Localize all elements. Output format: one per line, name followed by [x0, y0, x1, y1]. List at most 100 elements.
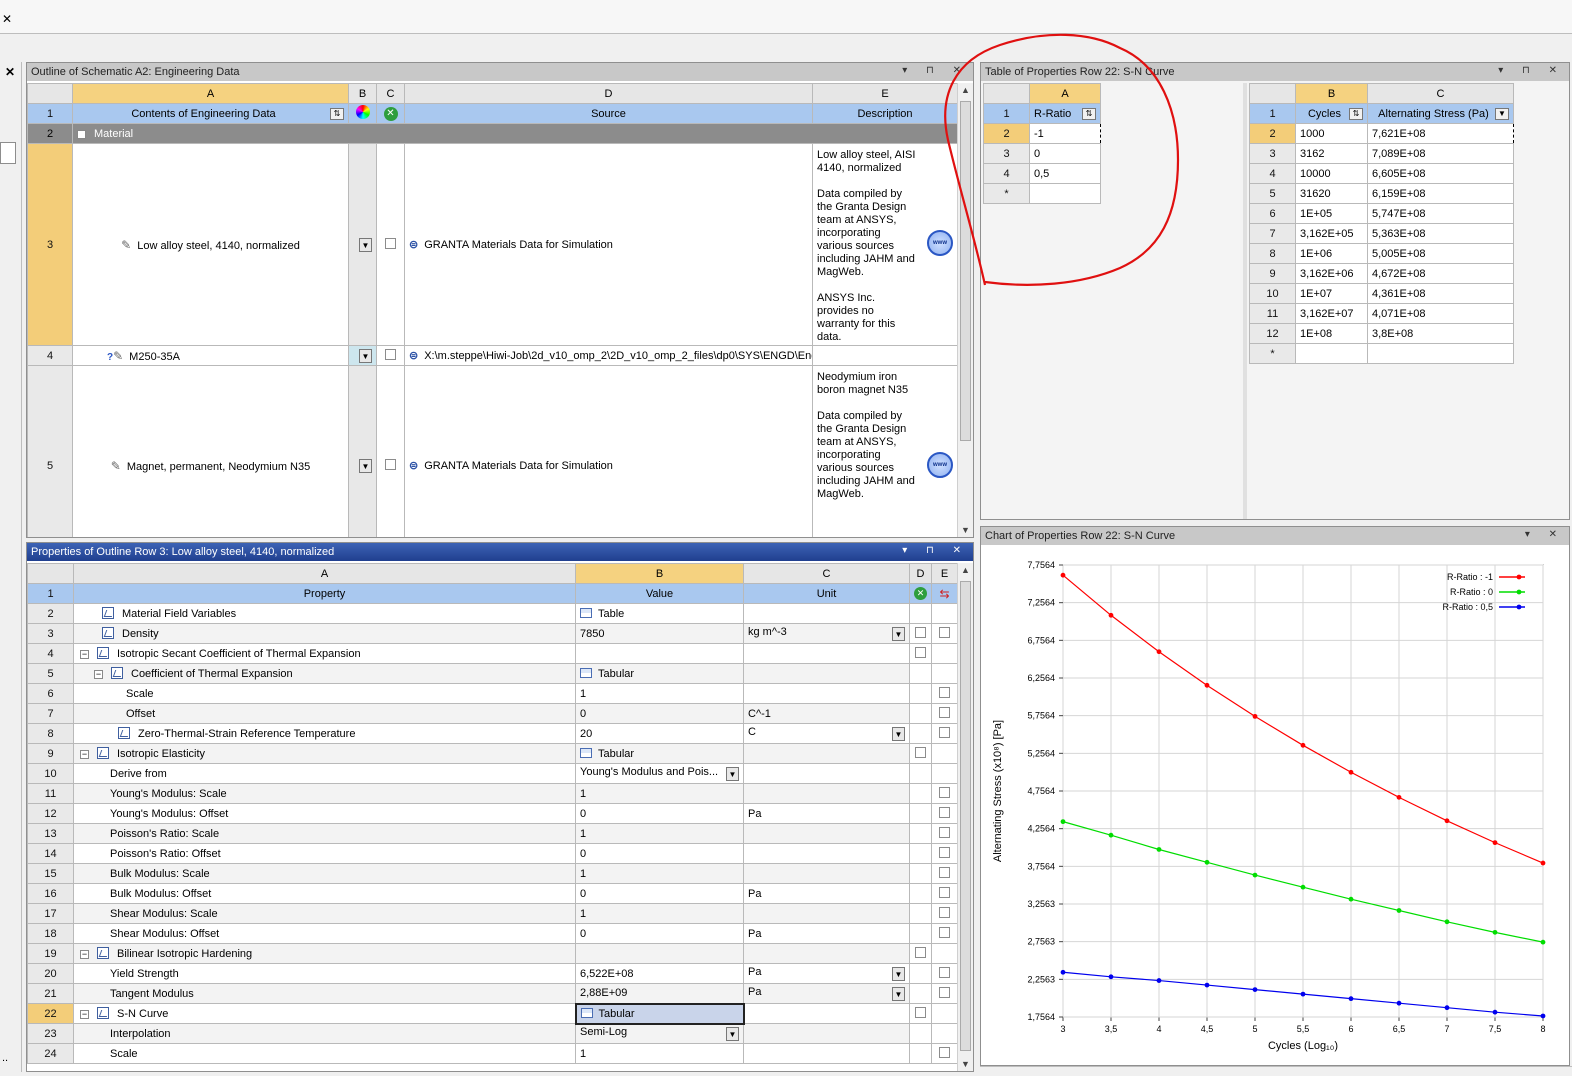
property-value-cell[interactable]: 0	[575, 803, 744, 824]
parameter-cell[interactable]	[931, 923, 958, 944]
property-value-cell[interactable]: 20	[575, 723, 744, 744]
suppress-cell[interactable]	[909, 803, 932, 824]
table-icon[interactable]	[580, 607, 592, 618]
property-name-cell[interactable]: Material Field Variables	[73, 603, 576, 624]
dropdown-icon[interactable]: ▼	[359, 238, 372, 252]
sort-icon[interactable]: ⇅	[1082, 107, 1096, 120]
property-row[interactable]: 13 Poisson's Ratio: Scale 1	[27, 823, 958, 844]
parameter-cell[interactable]	[931, 643, 958, 664]
sn-row[interactable]: 3 3162 7,089E+08	[1249, 143, 1514, 164]
property-unit-cell[interactable]	[743, 903, 910, 924]
sn-row[interactable]: 12 1E+08 3,8E+08	[1249, 323, 1514, 344]
collapse-icon[interactable]: −	[77, 129, 86, 139]
collapse-icon[interactable]: −	[80, 650, 89, 659]
suppress-cell[interactable]	[909, 723, 932, 744]
checkbox[interactable]	[385, 458, 396, 470]
property-unit-cell[interactable]: C^-1	[743, 703, 910, 724]
parameter-cell[interactable]	[931, 1043, 958, 1064]
property-name-cell[interactable]: Poisson's Ratio: Offset	[73, 843, 576, 864]
suppress-checkbox[interactable]	[915, 946, 926, 958]
parameter-checkbox[interactable]	[939, 866, 950, 878]
table-icon[interactable]	[580, 1007, 593, 1018]
dropdown-cell[interactable]: ▼	[348, 345, 377, 366]
property-value-cell[interactable]	[575, 943, 744, 964]
stress-cell[interactable]	[1367, 343, 1514, 364]
property-value-cell[interactable]: 7850	[575, 623, 744, 644]
cycles-cell[interactable]: 1E+06	[1295, 243, 1368, 264]
property-row[interactable]: 24 Scale 1	[27, 1043, 958, 1064]
suppress-cell[interactable]	[909, 943, 932, 964]
suppress-cell[interactable]	[909, 643, 932, 664]
property-name-cell[interactable]: − Isotropic Elasticity	[73, 743, 576, 764]
suppress-cell[interactable]	[909, 923, 932, 944]
parameter-cell[interactable]	[931, 623, 958, 644]
header-contents[interactable]: Contents of Engineering Data ⇅	[72, 103, 349, 124]
dropdown-icon[interactable]: ▼	[359, 349, 372, 363]
close-icon[interactable]: ✕	[5, 65, 15, 79]
parameter-cell[interactable]	[931, 703, 958, 724]
property-unit-cell[interactable]	[743, 1003, 910, 1024]
suppress-cell[interactable]	[909, 623, 932, 644]
property-row[interactable]: 12 Young's Modulus: Offset 0 Pa	[27, 803, 958, 824]
r-ratio-cell[interactable]: 0,5	[1029, 163, 1101, 184]
suppress-cell[interactable]	[909, 743, 932, 764]
col-letter-b[interactable]: B	[348, 83, 377, 104]
property-value-cell[interactable]: 1	[575, 683, 744, 704]
parameter-cell[interactable]	[931, 823, 958, 844]
sn-row[interactable]: 10 1E+07 4,361E+08	[1249, 283, 1514, 304]
dropdown-cell[interactable]: ▼	[348, 365, 377, 537]
header-r-ratio[interactable]: R-Ratio ⇅	[1029, 103, 1101, 124]
property-unit-cell[interactable]: kg m^-3 ▼	[743, 623, 910, 644]
property-unit-cell[interactable]	[743, 863, 910, 884]
property-name-cell[interactable]: Derive from	[73, 763, 576, 784]
suppress-cell[interactable]	[909, 823, 932, 844]
property-unit-cell[interactable]	[743, 943, 910, 964]
sn-new-row[interactable]: *	[1249, 343, 1514, 364]
dropdown-icon[interactable]: ▼	[892, 967, 905, 981]
cycles-cell[interactable]: 3,162E+06	[1295, 263, 1368, 284]
parameter-checkbox[interactable]	[939, 826, 950, 838]
suppress-cell[interactable]	[909, 963, 932, 984]
property-row[interactable]: 7 Offset 0 C^-1	[27, 703, 958, 724]
panel-tools[interactable]: ▾ ⊓ ✕	[902, 65, 969, 76]
cycles-cell[interactable]: 10000	[1295, 163, 1368, 184]
property-row[interactable]: 16 Bulk Modulus: Offset 0 Pa	[27, 883, 958, 904]
dropdown-icon[interactable]: ▼	[1495, 107, 1509, 120]
parameter-cell[interactable]	[931, 943, 958, 964]
sn-row[interactable]: 5 31620 6,159E+08	[1249, 183, 1514, 204]
property-row[interactable]: 22− S-N Curve Tabular	[27, 1002, 958, 1025]
stress-cell[interactable]: 6,605E+08	[1367, 163, 1514, 184]
close-icon[interactable]: ✕	[2, 12, 12, 26]
property-value-cell[interactable]: 6,522E+08	[575, 963, 744, 984]
stress-cell[interactable]: 6,159E+08	[1367, 183, 1514, 204]
category-row[interactable]: − Material	[72, 123, 958, 144]
cycles-cell[interactable]: 3162	[1295, 143, 1368, 164]
parameter-checkbox[interactable]	[939, 1046, 950, 1058]
stress-cell[interactable]: 4,672E+08	[1367, 263, 1514, 284]
cycles-cell[interactable]: 31620	[1295, 183, 1368, 204]
sn-row[interactable]: 4 10000 6,605E+08	[1249, 163, 1514, 184]
parameter-checkbox[interactable]	[939, 786, 950, 798]
parameter-checkbox[interactable]	[939, 926, 950, 938]
property-row[interactable]: 17 Shear Modulus: Scale 1	[27, 903, 958, 924]
stress-cell[interactable]: 5,005E+08	[1367, 243, 1514, 264]
property-row[interactable]: 3 Density 7850 kg m^-3 ▼	[27, 623, 958, 644]
property-unit-cell[interactable]	[743, 823, 910, 844]
property-name-cell[interactable]: Bulk Modulus: Offset	[73, 883, 576, 904]
property-unit-cell[interactable]	[743, 663, 910, 684]
table-icon[interactable]	[580, 747, 592, 758]
checkbox-cell[interactable]	[376, 143, 405, 346]
property-unit-cell[interactable]	[743, 643, 910, 664]
parameter-cell[interactable]	[931, 1023, 958, 1044]
property-name-cell[interactable]: Scale	[73, 683, 576, 704]
collapsed-toolbox[interactable]	[0, 142, 16, 164]
property-name-cell[interactable]: − S-N Curve	[73, 1003, 576, 1024]
header-cycles[interactable]: Cycles ⇅	[1295, 103, 1368, 124]
cycles-cell[interactable]: 1E+08	[1295, 323, 1368, 344]
property-value-cell[interactable]: Table	[575, 603, 744, 624]
sort-icon[interactable]: ⇅	[1349, 107, 1363, 120]
property-unit-cell[interactable]: C ▼	[743, 723, 910, 744]
property-name-cell[interactable]: − Isotropic Secant Coefficient of Thermal…	[73, 643, 576, 664]
col-letter-c[interactable]: C	[1367, 83, 1514, 104]
property-value-cell[interactable]: 0	[575, 923, 744, 944]
